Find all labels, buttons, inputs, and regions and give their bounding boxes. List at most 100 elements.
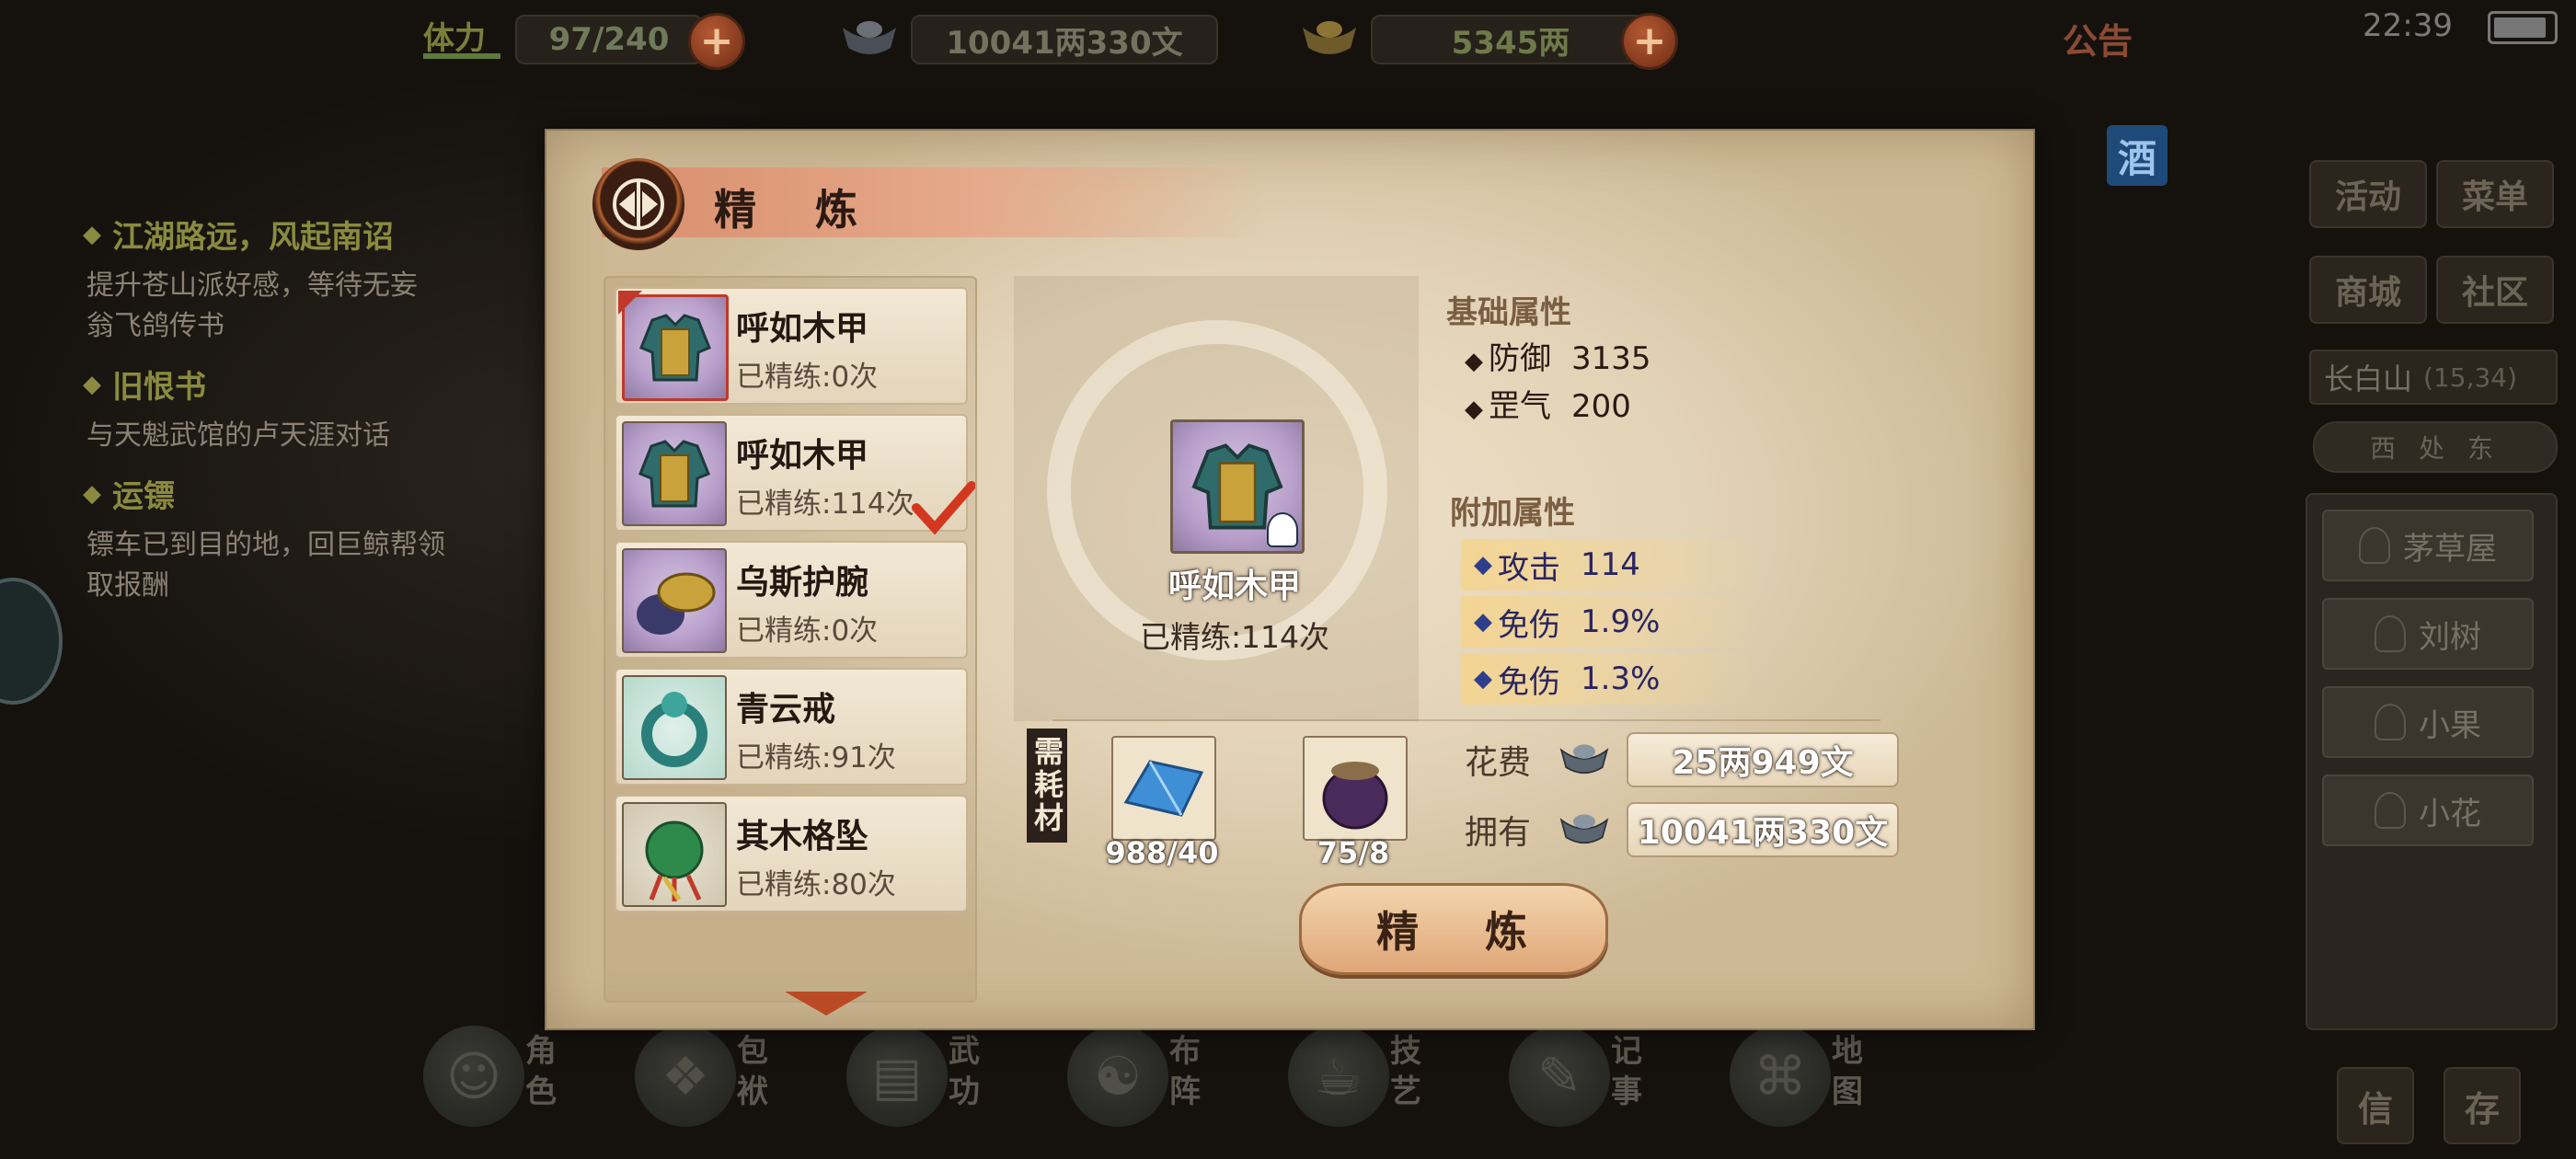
gold-add-button[interactable]: + [1621, 13, 1678, 70]
nav-formation[interactable]: ☯ 布阵 [1067, 1026, 1224, 1136]
location-display[interactable]: 长白山 (15,34) [2309, 350, 2558, 405]
item-refine-count: 已精练:80次 [736, 868, 896, 901]
location-name: 长白山 [2324, 361, 2413, 396]
equipment-list-item[interactable]: 乌斯护腕 已精练:0次 [615, 541, 968, 659]
npc-name: 刘树 [2419, 618, 2481, 656]
own-value: 10041两330文 [1627, 802, 1899, 857]
equipment-list-item[interactable]: 其木格坠 已精练:80次 [615, 795, 968, 912]
storage-button[interactable]: 存 [2444, 1067, 2521, 1144]
tavern-badge[interactable]: 酒 [2107, 125, 2168, 186]
scroll-down-indicator[interactable] [785, 992, 868, 1016]
stat-value: 200 [1571, 388, 1631, 425]
quest-entry[interactable]: ◆ 运镖 镖车已到目的地，回巨鲸帮领取报酬 [83, 471, 506, 606]
diamond-icon: ◆ [83, 479, 101, 508]
material-count: 988/40 [1105, 835, 1219, 870]
item-name: 呼如木甲 [736, 310, 869, 348]
selected-armor-icon [1170, 419, 1305, 554]
equipment-list[interactable]: 呼如木甲 已精练:0次 呼如木甲 已精练:114次 乌斯护腕 已精练:0次 青云… [604, 276, 977, 1016]
equipment-list-item[interactable]: 青云戒 已精练:91次 [615, 668, 968, 786]
materials-label: 需耗材 [1027, 729, 1067, 843]
npc-button[interactable]: 茅草屋 [2322, 510, 2534, 581]
mail-button[interactable]: 信 [2337, 1067, 2414, 1144]
nav-label: 技艺 [1390, 1033, 1421, 1110]
base-attributes-heading: 基础属性 [1446, 294, 1571, 331]
base-stat: ◆ 罡气 200 [1465, 381, 1631, 426]
character-icon: ☺ [423, 1026, 524, 1127]
stat-name: 免伤 [1498, 663, 1560, 701]
diamond-icon: ◆ [83, 220, 101, 248]
material-slot[interactable] [1111, 736, 1216, 841]
item-name: 乌斯护腕 [736, 564, 869, 602]
shop-button[interactable]: 商城 [2309, 256, 2427, 324]
stat-name: 攻击 [1498, 549, 1560, 587]
scroll-icon: ✎ [1509, 1026, 1610, 1127]
bagua-icon: ☯ [1067, 1026, 1168, 1127]
equipment-list-item[interactable]: 呼如木甲 已精练:0次 [615, 287, 968, 405]
pendant-icon [622, 802, 727, 907]
community-button[interactable]: 社区 [2436, 256, 2554, 324]
quest-entry[interactable]: ◆ 旧恨书 与天魁武馆的卢天涯对话 [83, 361, 506, 456]
npc-button[interactable]: 小花 [2322, 775, 2534, 846]
map-icon: ⌘ [1730, 1026, 1831, 1127]
own-label: 拥有 [1465, 814, 1532, 852]
material-slot[interactable] [1303, 736, 1408, 841]
nav-skills[interactable]: ☕ 技艺 [1288, 1026, 1444, 1136]
battery-icon [2488, 11, 2558, 44]
purple-jar-icon [1322, 762, 1388, 830]
npc-name: 小果 [2419, 706, 2481, 744]
extra-stat: ◆ 攻击 114 [1461, 539, 1750, 591]
cost-label: 花费 [1465, 744, 1532, 782]
direction-compass: 西 处 东 [2313, 421, 2558, 473]
silver-ingot-icon [1559, 744, 1609, 775]
stat-value: 114 [1581, 546, 1640, 583]
nav-label: 包袱 [737, 1033, 768, 1110]
diamond-icon: ◆ [1474, 665, 1492, 693]
quest-desc: 与天魁武馆的卢天涯对话 [86, 419, 390, 452]
silver-value: 10041两330文 [911, 15, 1218, 64]
notice-button[interactable]: 公告 [2063, 13, 2133, 63]
npc-name: 小花 [2419, 795, 2481, 832]
quest-title: 旧恨书 [112, 369, 206, 406]
checkmark-icon [912, 481, 975, 535]
item-name: 其木格坠 [736, 818, 869, 855]
nav-bag[interactable]: ❖ 包袱 [635, 1026, 791, 1136]
preview-backdrop: 呼如木甲 已精练:114次 [1014, 276, 1419, 721]
location-coords: (15,34) [2423, 361, 2518, 393]
nav-map[interactable]: ⌘ 地图 [1730, 1026, 1886, 1136]
books-icon: ▤ [846, 1026, 948, 1127]
nav-character[interactable]: ☺ 角色 [423, 1026, 580, 1136]
equipment-list-item[interactable]: 呼如木甲 已精练:114次 [615, 414, 975, 535]
person-icon [2375, 792, 2406, 829]
stat-name: 免伤 [1498, 606, 1560, 644]
person-icon [2375, 704, 2406, 740]
nav-label: 记事 [1611, 1033, 1642, 1110]
person-icon [2375, 615, 2406, 652]
stat-value: 1.3% [1581, 660, 1661, 697]
menu-button[interactable]: 菜单 [2436, 160, 2554, 228]
divider [1052, 719, 1880, 721]
activity-button[interactable]: 活动 [2309, 160, 2427, 228]
nav-martial-arts[interactable]: ▤ 武功 [846, 1026, 1003, 1136]
silver-ingot-icon [843, 21, 896, 54]
clock: 22:39 [2363, 7, 2453, 44]
bag-icon: ❖ [635, 1026, 736, 1127]
quest-entry[interactable]: ◆ 江湖路远，风起南诏 提升苍山派好感，等待无妄翁飞鸽传书 [83, 212, 506, 347]
refine-button[interactable]: 精 炼 [1299, 883, 1608, 975]
top-status-bar: 体力 97/240 + 10041两330文 5345两 + 公告 [386, 0, 2226, 74]
nav-label: 地图 [1832, 1033, 1863, 1110]
stat-value: 1.9% [1581, 603, 1661, 640]
refine-dialog: 精 炼 呼如木甲 已精练:0次 呼如木甲 已精练:114次 乌斯护腕 已精练:0… [545, 129, 2035, 1030]
materials-label-text: 需耗材 [1029, 736, 1064, 835]
quest-desc: 提升苍山派好感，等待无妄翁飞鸽传书 [86, 270, 418, 342]
npc-button[interactable]: 小果 [2322, 686, 2534, 758]
nav-journal[interactable]: ✎ 记事 [1509, 1026, 1665, 1136]
diamond-icon: ◆ [1465, 348, 1483, 375]
armor-icon [622, 421, 727, 526]
selected-item-name: 呼如木甲 [1167, 568, 1301, 605]
nav-label: 武功 [949, 1033, 980, 1110]
dialog-title: 精 炼 [714, 185, 880, 235]
npc-button[interactable]: 刘树 [2322, 598, 2534, 670]
quest-desc: 镖车已到目的地，回巨鲸帮领取报酬 [86, 529, 445, 602]
stamina-add-button[interactable]: + [688, 13, 745, 70]
armor-icon [622, 294, 729, 401]
